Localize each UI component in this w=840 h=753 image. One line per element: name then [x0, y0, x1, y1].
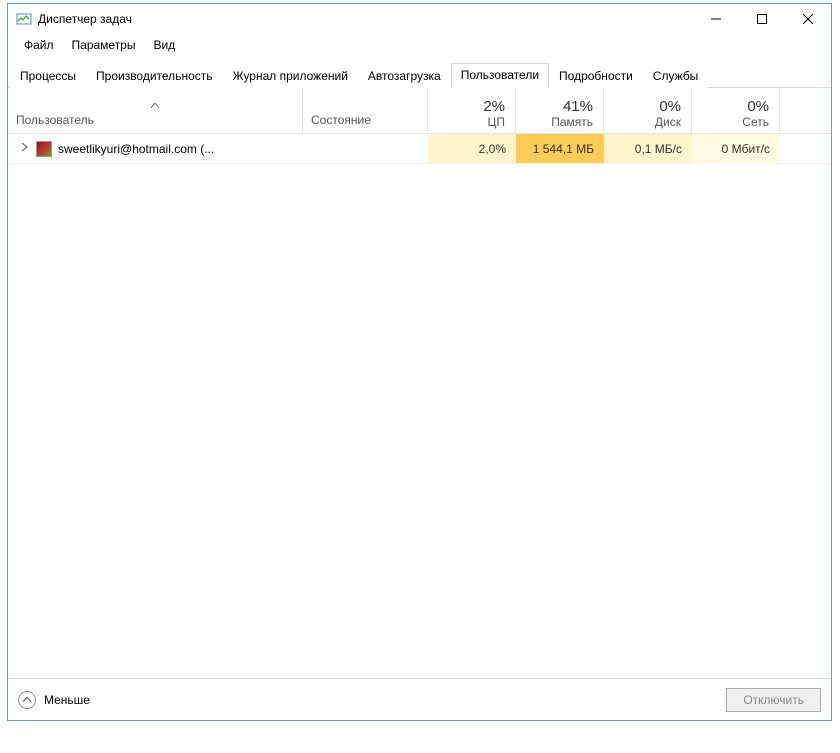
cpu-percent: 2% — [483, 98, 505, 115]
column-header-spacer — [780, 88, 831, 133]
fewer-details-label: Меньше — [44, 693, 90, 707]
titlebar[interactable]: Диспетчер задач — [8, 4, 831, 34]
footer: Меньше Отключить — [8, 678, 831, 720]
cell-memory: 1 544,1 МБ — [516, 134, 604, 163]
tab-users[interactable]: Пользователи — [451, 63, 549, 88]
table-row[interactable]: sweetlikyuri@hotmail.com (... 2,0% 1 544… — [8, 134, 831, 164]
cell-network: 0 Мбит/с — [692, 134, 780, 163]
column-header-network[interactable]: 0% Сеть — [692, 88, 780, 133]
cell-user[interactable]: sweetlikyuri@hotmail.com (... — [8, 134, 303, 163]
cpu-label: ЦП — [487, 115, 505, 129]
column-status-label: Состояние — [311, 113, 371, 127]
tab-app-history[interactable]: Журнал приложений — [223, 64, 358, 88]
tab-services[interactable]: Службы — [643, 64, 708, 88]
column-header-memory[interactable]: 41% Память — [516, 88, 604, 133]
disk-percent: 0% — [659, 98, 681, 115]
task-manager-window: Диспетчер задач Файл Параметры Вид Проце… — [7, 3, 832, 721]
tab-details[interactable]: Подробности — [549, 64, 643, 88]
grid-header: Пользователь Состояние 2% ЦП 41% Память … — [8, 88, 831, 134]
memory-percent: 41% — [563, 98, 593, 115]
cell-spacer — [780, 134, 831, 163]
tabbar: Процессы Производительность Журнал прило… — [8, 56, 831, 88]
menu-options[interactable]: Параметры — [64, 36, 144, 54]
fewer-details-button[interactable]: Меньше — [18, 691, 90, 709]
column-user-label: Пользователь — [16, 113, 294, 127]
menu-file[interactable]: Файл — [16, 36, 62, 54]
column-header-disk[interactable]: 0% Диск — [604, 88, 692, 133]
sort-indicator-icon — [16, 100, 294, 111]
tab-processes[interactable]: Процессы — [10, 64, 86, 88]
chevron-up-icon — [18, 691, 36, 709]
user-avatar-icon — [36, 141, 52, 157]
window-controls — [693, 4, 831, 34]
app-icon — [16, 11, 32, 27]
close-button[interactable] — [785, 4, 831, 34]
window-title: Диспетчер задач — [38, 12, 132, 26]
network-label: Сеть — [742, 115, 769, 129]
column-header-cpu[interactable]: 2% ЦП — [428, 88, 516, 133]
tab-startup[interactable]: Автозагрузка — [358, 64, 451, 88]
cell-disk: 0,1 МБ/с — [604, 134, 692, 163]
disk-label: Диск — [655, 115, 681, 129]
cell-status — [303, 134, 428, 163]
menubar: Файл Параметры Вид — [8, 34, 831, 56]
disconnect-button[interactable]: Отключить — [726, 688, 821, 712]
user-name: sweetlikyuri@hotmail.com (... — [58, 142, 214, 156]
menu-view[interactable]: Вид — [145, 36, 183, 54]
column-header-user[interactable]: Пользователь — [8, 88, 303, 133]
network-percent: 0% — [747, 98, 769, 115]
tab-performance[interactable]: Производительность — [86, 64, 222, 88]
cell-cpu: 2,0% — [428, 134, 516, 163]
minimize-button[interactable] — [693, 4, 739, 34]
chevron-right-icon[interactable] — [20, 143, 30, 154]
maximize-button[interactable] — [739, 4, 785, 34]
column-header-status[interactable]: Состояние — [303, 88, 428, 133]
content-area: Пользователь Состояние 2% ЦП 41% Память … — [8, 88, 831, 678]
memory-label: Память — [551, 115, 593, 129]
grid-body[interactable]: sweetlikyuri@hotmail.com (... 2,0% 1 544… — [8, 134, 831, 678]
